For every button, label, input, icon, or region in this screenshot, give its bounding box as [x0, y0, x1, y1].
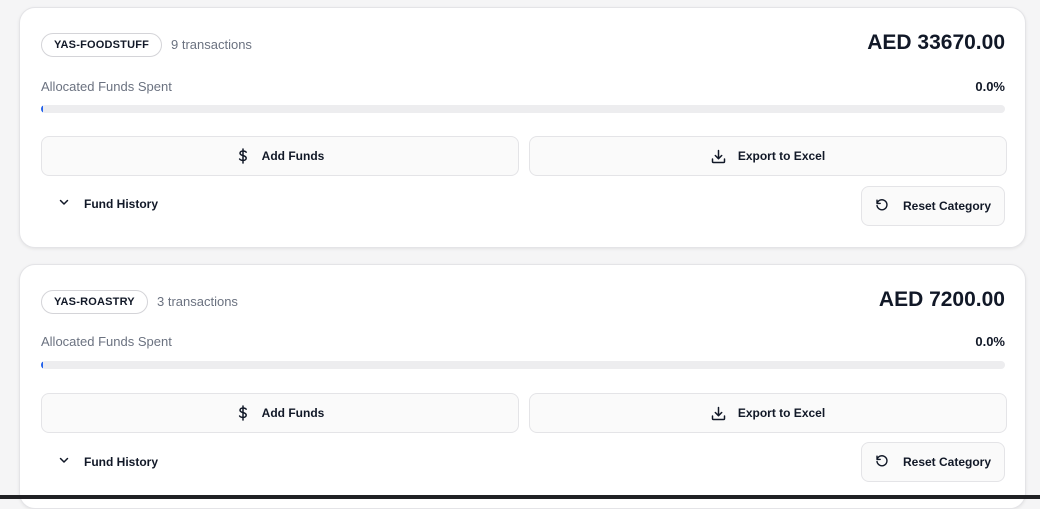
category-amount: AED 33670.00 — [867, 31, 1005, 54]
spent-label: Allocated Funds Spent — [41, 334, 172, 349]
download-icon — [711, 406, 726, 421]
reset-category-label: Reset Category — [902, 455, 992, 469]
add-funds-button[interactable]: Add Funds — [41, 393, 519, 433]
chevron-down-icon — [58, 454, 70, 469]
category-tag: YAS-FOODSTUFF — [41, 33, 163, 57]
reset-category-button[interactable]: Reset Category — [861, 442, 1005, 482]
reset-category-label: Reset Category — [902, 199, 992, 213]
spent-label: Allocated Funds Spent — [41, 79, 172, 94]
spent-percent: 0.0% — [975, 334, 1005, 349]
fund-history-toggle[interactable]: Fund History — [58, 196, 158, 211]
add-funds-label: Add Funds — [261, 149, 325, 163]
dollar-icon — [236, 405, 250, 421]
add-funds-label: Add Funds — [261, 406, 325, 420]
category-amount: AED 7200.00 — [878, 288, 1005, 311]
spent-progress-bar — [41, 105, 1005, 113]
spent-progress-bar — [41, 361, 1005, 369]
export-excel-button[interactable]: Export to Excel — [529, 393, 1007, 433]
add-funds-button[interactable]: Add Funds — [41, 136, 519, 176]
export-excel-button[interactable]: Export to Excel — [529, 136, 1007, 176]
transaction-count: 9 transactions — [171, 37, 252, 52]
reset-icon — [875, 198, 889, 215]
export-label: Export to Excel — [737, 406, 826, 420]
category-tag: YAS-ROASTRY — [41, 290, 148, 314]
spent-progress-fill — [41, 105, 43, 113]
reset-icon — [875, 454, 889, 471]
spent-progress-fill — [41, 361, 43, 369]
dollar-icon — [236, 148, 250, 164]
fund-history-label: Fund History — [84, 196, 158, 211]
fund-history-toggle[interactable]: Fund History — [58, 454, 158, 469]
fund-history-label: Fund History — [84, 454, 158, 469]
category-card-roastry: YAS-ROASTRY 3 transactions AED 7200.00 A… — [19, 264, 1026, 509]
reset-category-button[interactable]: Reset Category — [861, 186, 1005, 226]
chevron-down-icon — [58, 196, 70, 211]
export-label: Export to Excel — [737, 149, 826, 163]
taskbar-strip — [0, 495, 1040, 499]
spent-percent: 0.0% — [975, 79, 1005, 94]
category-card-foodstuff: YAS-FOODSTUFF 9 transactions AED 33670.0… — [19, 7, 1026, 248]
transaction-count: 3 transactions — [157, 294, 238, 309]
download-icon — [711, 149, 726, 164]
